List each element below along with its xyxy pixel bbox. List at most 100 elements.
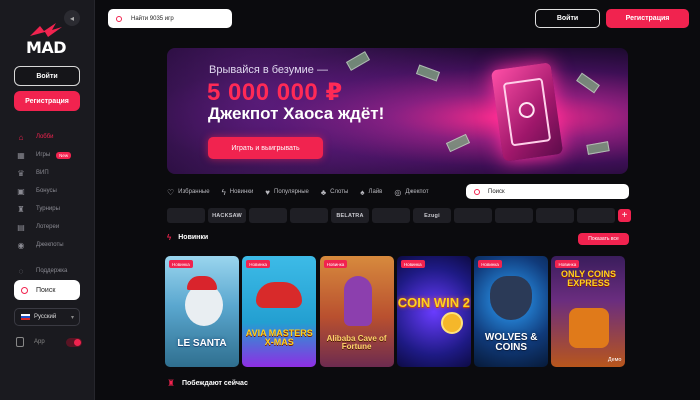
tab-label: Лайв — [368, 189, 383, 195]
demo-label[interactable]: Демо — [608, 357, 622, 363]
wolf-illustration — [490, 276, 533, 320]
sidebar-item-jackpots[interactable]: ◉ Джекпоты — [16, 236, 90, 254]
support-icon: ◌ — [18, 266, 24, 276]
games-icon: ▦ — [17, 150, 25, 160]
logo-bolt-icon — [30, 23, 62, 37]
search-placeholder: Найти 9035 игр — [131, 15, 174, 22]
provider-logo[interactable] — [372, 208, 410, 223]
tab-live[interactable]: ♠ Лайв — [360, 188, 382, 197]
sidebar-item-label: Поддержка — [36, 268, 68, 274]
trophy-icon: ♜ — [167, 378, 176, 388]
sidebar-item-tournaments[interactable]: ♜ Турниры — [16, 200, 90, 218]
sidebar-register-button[interactable]: Регистрация — [14, 91, 80, 111]
game-search-input[interactable]: Найти 9035 игр — [108, 9, 232, 28]
sidebar-nav: ⌂ Лобби ▦ Игры New ♛ ВИП ▣ Бонусы ♜ Турн… — [16, 128, 90, 280]
provider-logo[interactable]: BELATRA — [331, 208, 369, 223]
jackpot-icon: ◉ — [17, 240, 25, 250]
phone-icon — [16, 337, 24, 347]
logo[interactable]: MAD — [26, 22, 70, 57]
sidebar-item-label: ВИП — [36, 170, 49, 176]
character-illustration — [343, 276, 372, 326]
provider-logo[interactable] — [577, 208, 615, 223]
provider-logo[interactable]: HACKSAW — [208, 208, 246, 223]
trophy-icon: ♜ — [17, 204, 25, 214]
gift-icon: ▣ — [17, 186, 25, 196]
tab-label: Слоты — [330, 189, 349, 195]
more-providers-button[interactable]: + — [618, 209, 631, 222]
sidebar-item-bonuses[interactable]: ▣ Бонусы — [16, 182, 90, 200]
heart-icon: ♥ — [265, 187, 271, 197]
app-label: App — [34, 339, 45, 345]
language-label: Русский — [34, 314, 57, 320]
new-badge: Новинка — [323, 260, 348, 268]
provider-logo[interactable] — [495, 208, 533, 223]
category-tabs: ♡ Избранные ϟ Новинки ♥ Популярные ♣ Сло… — [167, 186, 441, 198]
jackpot-icon: ◎ — [394, 187, 402, 197]
login-button[interactable]: Войти — [535, 9, 600, 28]
home-icon: ⌂ — [18, 132, 24, 142]
sidebar-item-label: Лотереи — [36, 224, 60, 230]
game-tile[interactable]: Новинка Alibaba Cave of Fortune — [319, 256, 394, 367]
new-badge: New — [56, 151, 72, 159]
provider-logo[interactable] — [536, 208, 574, 223]
russia-flag-icon — [21, 314, 30, 320]
sidebar-item-label: Игры — [36, 152, 51, 158]
promo-banner[interactable]: Врывайся в безумие — 5 000 000 ₽ Джекпот… — [167, 48, 628, 174]
game-tile[interactable]: Новинка COIN WIN 2 — [396, 256, 471, 367]
game-tile[interactable]: Новинка WOLVES & COINS — [474, 256, 549, 367]
sidebar-item-lotteries[interactable]: ▤ Лотереи — [16, 218, 90, 236]
sidebar-item-label: Лобби — [36, 134, 54, 140]
tab-jackpot[interactable]: ◎ Джекпот — [394, 188, 428, 197]
sidebar-item-lobby[interactable]: ⌂ Лобби — [16, 128, 90, 146]
sidebar-login-button[interactable]: Войти — [14, 66, 80, 86]
game-tile[interactable]: Новинка ONLY COINS EXPRESS Демо — [551, 256, 626, 367]
santa-hat — [187, 276, 217, 290]
vip-icon: ♛ — [17, 168, 25, 178]
tab-popular[interactable]: ♥ Популярные — [265, 188, 309, 197]
sidebar: ◂ MAD Войти Регистрация ⌂ Лобби ▦ Игры N… — [0, 0, 95, 400]
tab-favorites[interactable]: ♡ Избранные — [167, 188, 210, 197]
tab-label: Джекпот — [405, 189, 429, 195]
language-select[interactable]: Русский ▾ — [14, 308, 80, 326]
game-title: Alibaba Cave of Fortune — [326, 334, 387, 351]
sidebar-search-button[interactable]: Поиск — [14, 280, 80, 300]
plane-illustration — [256, 282, 303, 308]
category-search-input[interactable]: Поиск — [466, 184, 629, 199]
app-toggle[interactable] — [66, 337, 82, 347]
sidebar-item-support[interactable]: ◌ Поддержка — [16, 262, 90, 280]
banner-subtitle: Врывайся в безумие — — [209, 64, 328, 76]
game-tile[interactable]: Новинка AVIA MASTERS X-MAS — [242, 256, 317, 367]
provider-strip: HACKSAW BELATRA Ezugi + — [167, 208, 631, 223]
cherry-icon: ♣ — [320, 187, 327, 197]
game-title: WOLVES & COINS — [484, 332, 538, 353]
tab-slots[interactable]: ♣ Слоты — [321, 188, 348, 197]
provider-logo[interactable] — [167, 208, 205, 223]
show-all-button[interactable]: Показать все — [578, 233, 629, 245]
sidebar-search-label: Поиск — [36, 286, 56, 294]
dealer-icon: ♠ — [360, 187, 365, 197]
banner-play-button[interactable]: Играть и выигрывать — [208, 137, 323, 159]
section-title: Новинки — [178, 234, 209, 241]
sidebar-item-games[interactable]: ▦ Игры New — [16, 146, 90, 164]
provider-logo[interactable] — [454, 208, 492, 223]
ticket-icon: ▤ — [17, 222, 25, 232]
new-badge: Новинка — [400, 260, 425, 268]
game-title: COIN WIN 2 — [397, 295, 470, 310]
game-title: AVIA MASTERS X-MAS — [245, 328, 313, 347]
section-new-header: ϟ Новинки — [167, 233, 208, 242]
coin-illustration — [440, 312, 463, 334]
register-button[interactable]: Регистрация — [606, 9, 689, 28]
tab-new[interactable]: ϟ Новинки — [222, 188, 254, 197]
provider-logo[interactable] — [249, 208, 287, 223]
sidebar-item-label: Бонусы — [36, 188, 57, 194]
sidebar-item-vip[interactable]: ♛ ВИП — [16, 164, 90, 182]
section-title: Побеждают сейчас — [182, 380, 248, 387]
banner-title: Джекпот Хаоса ждёт! — [208, 104, 385, 123]
new-badge: Новинка — [555, 260, 580, 268]
game-tile[interactable]: Новинка LE SANTA — [165, 256, 239, 367]
provider-logo[interactable]: Ezugi — [413, 208, 451, 223]
provider-logo[interactable] — [290, 208, 328, 223]
app-toggle-row: App — [16, 336, 82, 348]
sidebar-item-label: Турниры — [36, 206, 60, 212]
